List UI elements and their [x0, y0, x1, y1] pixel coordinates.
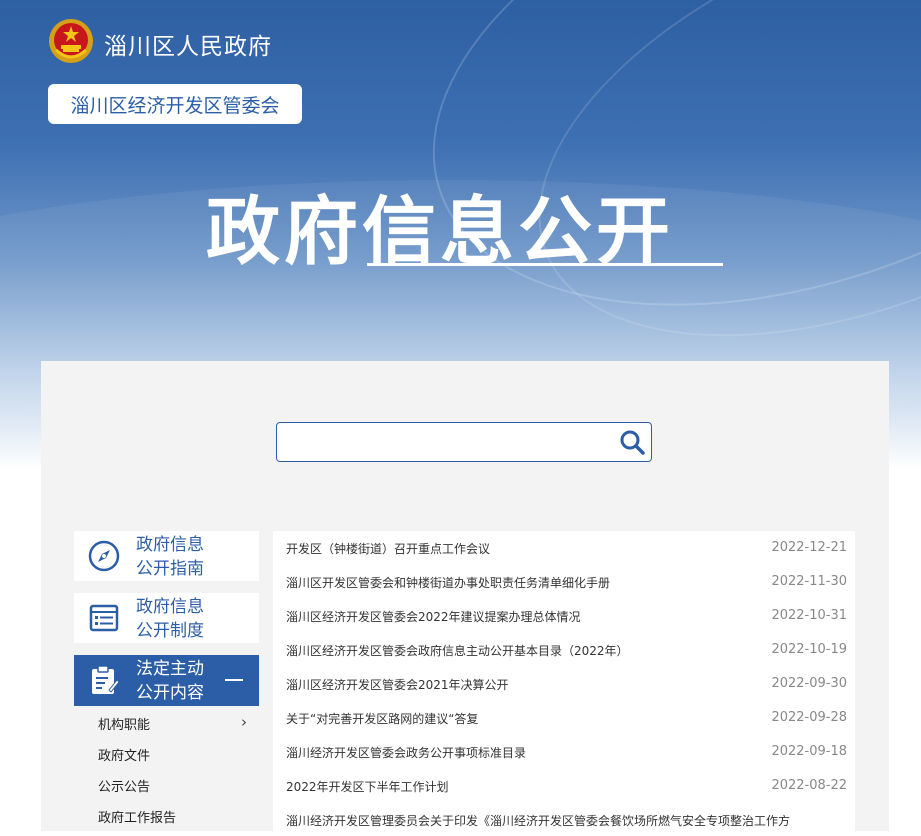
list-item[interactable]: 开发区（钟楼街道）召开重点工作会议 2022-12-21 — [273, 531, 855, 564]
sidebar-item-system[interactable]: 政府信息 公开制度 — [74, 593, 259, 643]
search-input[interactable] — [285, 429, 609, 455]
list-item[interactable]: 淄川经济开发区管委会政务公开事项标准目录 2022-09-18 — [273, 735, 855, 768]
news-title-link[interactable]: 关于“对完善开发区路网的建议“答复 — [286, 710, 478, 727]
list-item[interactable]: 淄川区经济开发区管委会2021年决算公开 2022-09-30 — [273, 667, 855, 700]
news-title-link[interactable]: 淄川区经济开发区管委会2022年建议提案办理总体情况 — [286, 608, 581, 625]
sidebar-subitem[interactable]: 政府工作报告 — [74, 800, 259, 831]
news-title-link[interactable]: 淄川区经济开发区管委会政府信息主动公开基本目录（2022年） — [286, 642, 629, 659]
search-icon[interactable] — [617, 427, 647, 457]
news-date: 2022-09-18 — [771, 744, 847, 759]
list-icon — [89, 604, 119, 632]
sidebar-item-guide[interactable]: 政府信息 公开指南 — [74, 531, 259, 581]
news-date: 2022-09-28 — [771, 710, 847, 725]
search-box[interactable] — [276, 422, 652, 462]
sidebar-item-label: 公开制度 — [136, 621, 204, 641]
sidebar-item-label: 政府信息 — [136, 535, 204, 555]
list-item[interactable]: 淄川区开发区管委会和钟楼街道办事处职责任务清单细化手册 2022-11-30 — [273, 565, 855, 598]
sidebar-subitem[interactable]: 公示公告 — [74, 769, 259, 800]
list-item[interactable]: 关于“对完善开发区路网的建议“答复 2022-09-28 — [273, 701, 855, 734]
compass-icon — [88, 540, 120, 572]
news-date: 2022-08-22 — [771, 778, 847, 793]
news-title-link[interactable]: 淄川经济开发区管理委员会关于印发《淄川经济开发区管委会餐饮场所燃气安全专项整治工… — [286, 812, 790, 829]
collapse-icon[interactable] — [225, 679, 243, 681]
sidebar-item-label: 公开内容 — [136, 683, 204, 703]
news-title-link[interactable]: 淄川区经济开发区管委会2021年决算公开 — [286, 676, 509, 693]
sidebar-subitem-label: 政府工作报告 — [98, 811, 177, 826]
news-date: 2022-10-19 — [771, 642, 847, 657]
news-title-link[interactable]: 淄川区开发区管委会和钟楼街道办事处职责任务清单细化手册 — [286, 574, 610, 591]
news-date: 2022-11-30 — [771, 574, 847, 589]
list-item[interactable]: 2022年开发区下半年工作计划 2022-08-22 — [273, 769, 855, 802]
sidebar-subitem-label: 公示公告 — [98, 780, 151, 795]
list-item[interactable]: 淄川区经济开发区管委会政府信息主动公开基本目录（2022年） 2022-10-1… — [273, 633, 855, 666]
sidebar-item-label: 政府信息 — [136, 597, 204, 617]
sidebar-item-active-content[interactable]: 法定主动 公开内容 — [74, 655, 259, 706]
news-title-link[interactable]: 2022年开发区下半年工作计划 — [286, 778, 449, 795]
sidebar-item-label: 法定主动 — [136, 659, 204, 679]
news-date: 2022-10-31 — [771, 608, 847, 623]
national-emblem-icon — [49, 19, 93, 63]
sidebar-subitem[interactable]: 政府文件 — [74, 738, 259, 769]
news-title-link[interactable]: 开发区（钟楼街道）召开重点工作会议 — [286, 540, 490, 557]
department-button[interactable]: 淄川区经济开发区管委会 — [48, 84, 302, 124]
news-date: 2022-12-21 — [771, 540, 847, 555]
sidebar-subitem[interactable]: 机构职能 › — [74, 707, 259, 738]
list-item[interactable]: 淄川经济开发区管理委员会关于印发《淄川经济开发区管委会餐饮场所燃气安全专项整治工… — [273, 803, 855, 836]
chevron-right-icon: › — [241, 713, 247, 731]
list-item[interactable]: 淄川区经济开发区管委会2022年建议提案办理总体情况 2022-10-31 — [273, 599, 855, 632]
title-underline — [367, 263, 723, 266]
news-list: 开发区（钟楼街道）召开重点工作会议 2022-12-21 淄川区开发区管委会和钟… — [273, 531, 855, 831]
site-title[interactable]: 淄川区人民政府 — [104, 27, 272, 61]
news-title-link[interactable]: 淄川经济开发区管委会政务公开事项标准目录 — [286, 744, 526, 761]
clipboard-edit-icon — [92, 665, 120, 694]
news-date: 2022-09-30 — [771, 676, 847, 691]
sidebar-subitem-label: 机构职能 — [98, 718, 151, 733]
sidebar-subitem-label: 政府文件 — [98, 749, 151, 764]
sidebar-item-label: 公开指南 — [136, 559, 204, 579]
